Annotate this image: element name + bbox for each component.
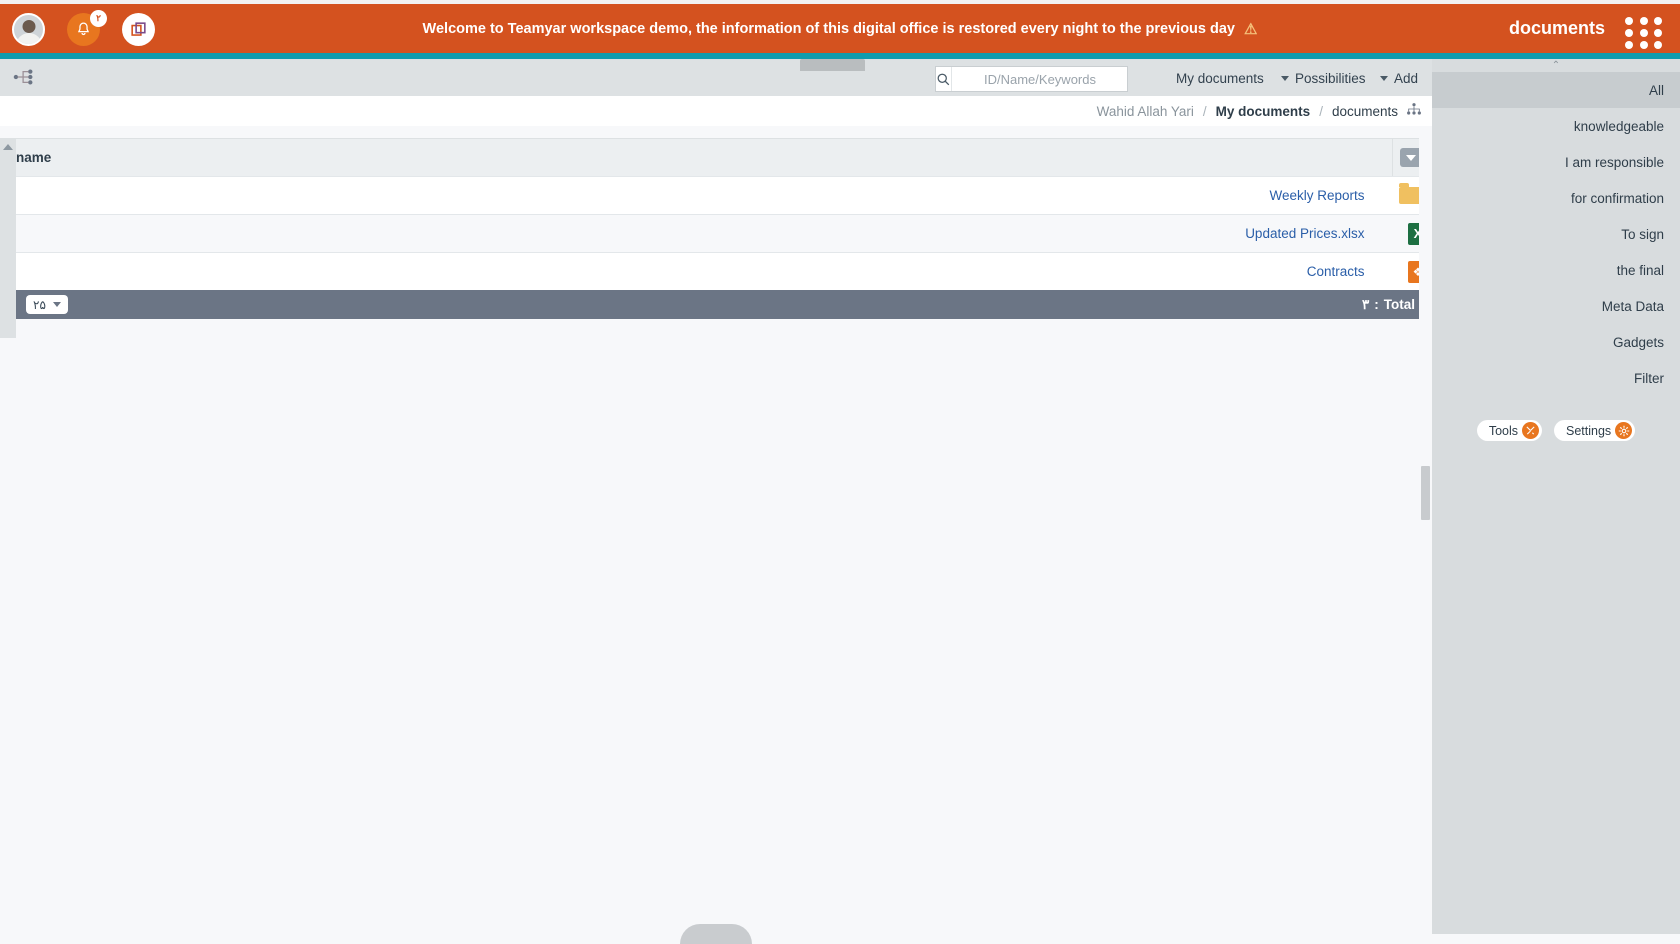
- sidebar-action-pills: Tools Settings: [1432, 420, 1680, 441]
- total-count-value: ۳: [1361, 296, 1370, 312]
- breadcrumb-separator: /: [1319, 103, 1323, 119]
- top-header-bar: Welcome to Teamyar workspace demo, the i…: [0, 4, 1680, 53]
- breadcrumb-parent[interactable]: My documents: [1216, 104, 1311, 119]
- total-separator: :: [1374, 297, 1379, 312]
- tools-icon: [1522, 422, 1539, 439]
- sidebar-item-meta-data[interactable]: Meta Data: [1432, 288, 1680, 324]
- row-name-cell: Updated Prices.xlsx: [16, 214, 1393, 253]
- sidebar-item-knowledgeable[interactable]: knowledgeable: [1432, 108, 1680, 144]
- collapsed-tab-handle[interactable]: [800, 59, 865, 71]
- row-name-cell: Contracts: [16, 252, 1393, 291]
- sidebar-item-label: I am responsible: [1564, 154, 1664, 170]
- sidebar-item-for-confirmation[interactable]: for confirmation: [1432, 180, 1680, 216]
- add-dropdown[interactable]: Add: [1380, 66, 1418, 91]
- page-size-value: ۲۵: [33, 297, 46, 312]
- avatar-head: [22, 20, 35, 33]
- possibilities-dropdown[interactable]: Possibilities: [1281, 66, 1366, 91]
- chevron-up-icon: ⌃: [1551, 60, 1561, 71]
- column-label-name: name: [16, 150, 52, 165]
- sidebar-item-all[interactable]: All: [1432, 72, 1680, 108]
- welcome-banner: Welcome to Teamyar workspace demo, the i…: [0, 4, 1680, 53]
- gear-icon: [1615, 422, 1633, 439]
- table-footer-bar: ۲۵ ۳ : Total: [16, 290, 1429, 319]
- search-input[interactable]: [952, 67, 1128, 91]
- notification-count-badge: ۲: [90, 10, 107, 27]
- total-count: ۳ : Total: [1362, 297, 1415, 313]
- page-title: documents: [1508, 18, 1605, 38]
- sidebar-collapse-button[interactable]: ⌃: [1432, 59, 1680, 72]
- possibilities-label: Possibilities: [1295, 71, 1366, 86]
- user-avatar[interactable]: [12, 13, 45, 46]
- settings-button[interactable]: Settings: [1554, 420, 1636, 441]
- document-link[interactable]: Weekly Reports: [16, 188, 1379, 203]
- duplicate-window-button[interactable]: [122, 13, 155, 46]
- chevron-down-icon: [1380, 76, 1388, 81]
- sidebar-item-filter[interactable]: Filter: [1432, 360, 1680, 396]
- breadcrumb: Wahid Allah Yari / My documents / docume…: [1097, 104, 1398, 119]
- left-collapse-gutter[interactable]: [0, 138, 16, 338]
- sidebar-item-label: To sign: [1621, 226, 1664, 242]
- sidebar-item-label: the final: [1616, 262, 1664, 278]
- page-size-dropdown[interactable]: ۲۵: [26, 295, 68, 314]
- table-row[interactable]: X Updated Prices.xlsx: [16, 214, 1429, 253]
- sidebar-item-label: All: [1648, 82, 1664, 98]
- warning-triangle-icon: ⚠: [1244, 20, 1258, 38]
- copy-icon: [131, 22, 146, 36]
- content-scrollbar-track[interactable]: [1419, 126, 1432, 934]
- breadcrumb-current[interactable]: documents: [1332, 104, 1398, 119]
- my-documents-button[interactable]: My documents: [1176, 66, 1264, 91]
- hierarchy-icon[interactable]: [10, 65, 38, 89]
- sidebar-item-label: Meta Data: [1601, 298, 1664, 314]
- folder-icon: [1399, 183, 1422, 204]
- add-label: Add: [1394, 71, 1419, 86]
- my-documents-label: My documents: [1176, 71, 1264, 86]
- chevron-up-icon: [3, 144, 13, 150]
- documents-table-wrapper: name Weekly Reports X Updated Prices.xls…: [16, 138, 1429, 291]
- settings-label: Settings: [1566, 423, 1612, 438]
- table-header: name: [16, 138, 1429, 177]
- documents-content-area: name Weekly Reports X Updated Prices.xls…: [0, 126, 1432, 944]
- right-sidebar: ⌃ All knowledgeable I am responsible for…: [1432, 59, 1680, 934]
- tools-label: Tools: [1488, 423, 1518, 438]
- breadcrumb-bar: Wahid Allah Yari / My documents / docume…: [0, 96, 1432, 126]
- tools-button[interactable]: Tools: [1476, 420, 1542, 441]
- bottom-drag-handle[interactable]: [680, 924, 752, 944]
- document-link[interactable]: Contracts: [16, 264, 1379, 279]
- sidebar-item-gadgets[interactable]: Gadgets: [1432, 324, 1680, 360]
- chevron-down-icon: [52, 302, 61, 307]
- sidebar-item-to-sign[interactable]: To sign: [1432, 216, 1680, 252]
- documents-table: name Weekly Reports X Updated Prices.xls…: [16, 138, 1429, 291]
- document-link[interactable]: Updated Prices.xlsx: [16, 226, 1379, 241]
- hierarchy-icon[interactable]: [1406, 102, 1422, 121]
- search-box[interactable]: [935, 66, 1128, 92]
- chevron-down-icon: [1405, 154, 1416, 161]
- chevron-down-icon: [1281, 76, 1289, 81]
- sidebar-item-label: Filter: [1634, 370, 1664, 386]
- welcome-text: Welcome to Teamyar workspace demo, the i…: [422, 20, 1235, 37]
- table-header-name[interactable]: name: [16, 138, 1393, 177]
- apps-grid-icon[interactable]: [1625, 17, 1665, 49]
- breadcrumb-user[interactable]: Wahid Allah Yari: [1097, 104, 1194, 119]
- sidebar-item-label: knowledgeable: [1573, 118, 1664, 134]
- row-name-cell: Weekly Reports: [16, 176, 1393, 215]
- content-scrollbar-thumb[interactable]: [1421, 466, 1430, 520]
- avatar-body: [15, 33, 42, 44]
- total-label: Total: [1383, 297, 1415, 312]
- breadcrumb-separator: /: [1202, 103, 1207, 119]
- table-row[interactable]: Weekly Reports: [16, 176, 1429, 215]
- table-row[interactable]: ❖ Contracts: [16, 252, 1429, 291]
- sidebar-item-i-am-responsible[interactable]: I am responsible: [1432, 144, 1680, 180]
- sidebar-item-label: for confirmation: [1570, 190, 1664, 206]
- table-body: Weekly Reports X Updated Prices.xlsx ❖ C…: [16, 176, 1429, 291]
- sidebar-item-label: Gadgets: [1612, 334, 1664, 350]
- bell-icon: [77, 22, 90, 36]
- search-icon[interactable]: [936, 67, 952, 91]
- sidebar-item-the-final[interactable]: the final: [1432, 252, 1680, 288]
